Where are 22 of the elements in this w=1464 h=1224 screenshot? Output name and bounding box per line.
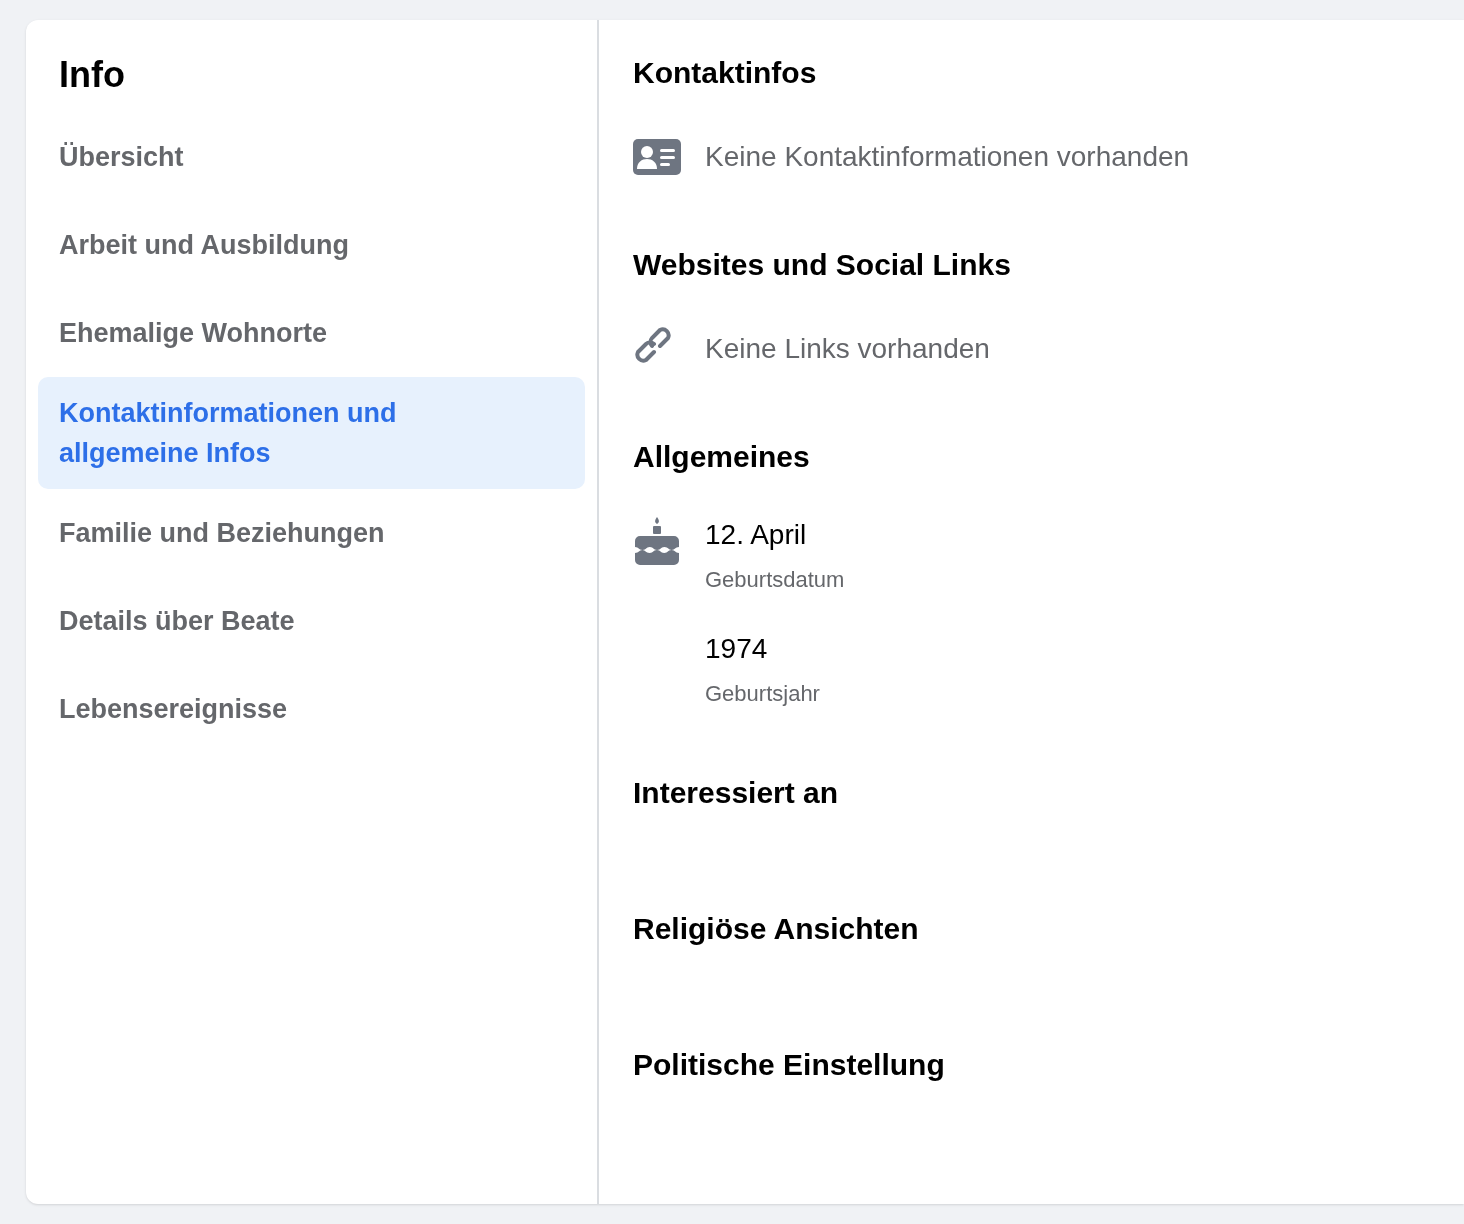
cake-icon — [635, 517, 679, 565]
sidebar-item[interactable]: Details über Beate — [38, 577, 585, 665]
id-card-icon — [633, 139, 681, 175]
sidebar-item[interactable]: Übersicht — [38, 113, 585, 201]
sidebar-item[interactable]: Kontaktinformationen und allgemeine Infos — [38, 377, 585, 489]
sidebar-title: Info — [58, 53, 126, 97]
detail-value: 1974 — [705, 632, 769, 666]
sidebar-item[interactable]: Ehemalige Wohnorte — [38, 289, 585, 377]
empty-notice: Keine Links vorhanden — [705, 332, 990, 366]
empty-notice: Keine Kontaktinformationen vorhanden — [705, 140, 1190, 174]
section-heading: Kontaktinfos — [633, 55, 818, 91]
detail-caption: Geburtsjahr — [705, 680, 820, 708]
sidebar-item[interactable]: Lebensereignisse — [38, 665, 585, 753]
sidebar-item[interactable]: Familie und Beziehungen — [38, 489, 585, 577]
section-heading: Allgemeines — [633, 439, 811, 475]
section-heading: Religiöse Ansichten — [633, 911, 920, 947]
sidebar-item[interactable]: Arbeit und Ausbildung — [38, 201, 585, 289]
detail-caption: Geburtsdatum — [705, 566, 845, 594]
section-heading: Politische Einstellung — [633, 1047, 946, 1083]
section-heading: Interessiert an — [633, 775, 840, 811]
detail-value: 12. April — [705, 518, 808, 552]
section-heading: Websites und Social Links — [633, 247, 1012, 283]
